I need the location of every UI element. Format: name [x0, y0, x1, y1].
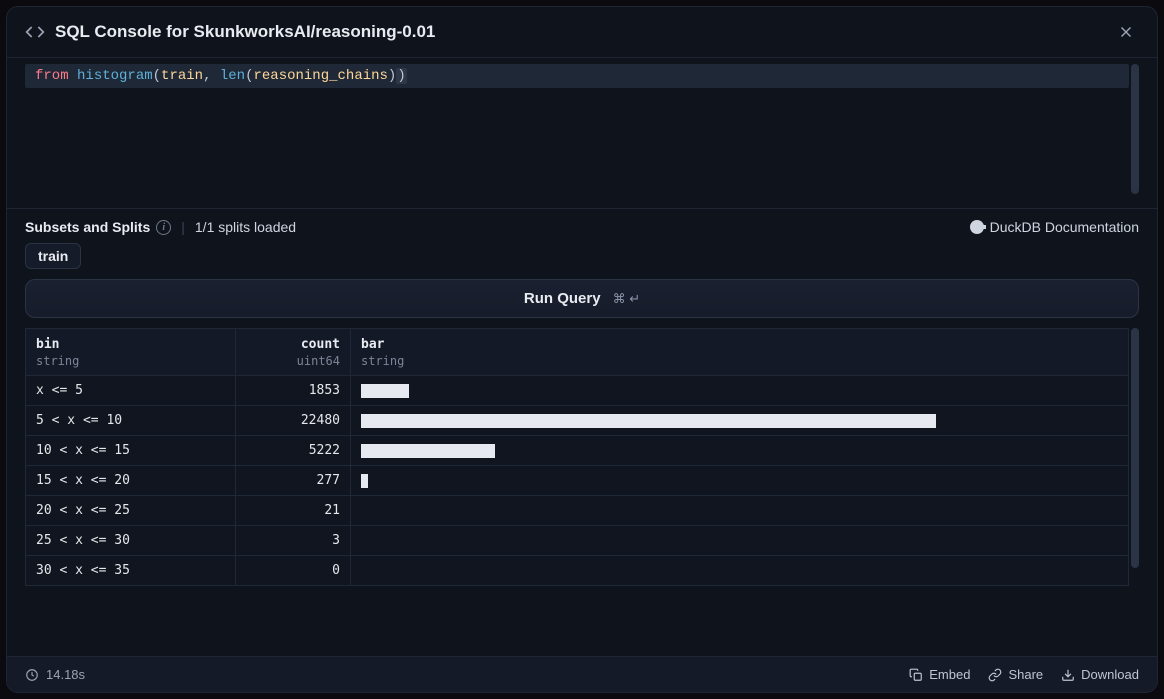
separator: |: [181, 219, 185, 235]
col-header-count[interactable]: count uint64: [236, 329, 351, 376]
table-row: 15 < x <= 20277: [26, 466, 1129, 496]
table-row: 10 < x <= 155222: [26, 436, 1129, 466]
duckdb-docs-link[interactable]: DuckDB Documentation: [970, 219, 1139, 235]
cell-bar: [351, 466, 1129, 496]
copy-icon: [909, 668, 923, 682]
run-query-button[interactable]: Run Query ⌘ ↵: [25, 279, 1139, 318]
share-button[interactable]: Share: [988, 667, 1043, 682]
table-row: x <= 51853: [26, 376, 1129, 406]
cell-bar: [351, 406, 1129, 436]
table-row: 30 < x <= 350: [26, 556, 1129, 586]
code-icon: [25, 22, 45, 42]
col-header-bar[interactable]: bar string: [351, 329, 1129, 376]
duckdb-icon: [970, 220, 984, 234]
cell-bin: 5 < x <= 10: [26, 406, 236, 436]
table-row: 25 < x <= 303: [26, 526, 1129, 556]
table-header-row: bin string count uint64 bar string: [26, 329, 1129, 376]
cell-bar: [351, 376, 1129, 406]
table-row: 5 < x <= 1022480: [26, 406, 1129, 436]
query-timing: 14.18s: [25, 667, 85, 682]
cell-bin: 30 < x <= 35: [26, 556, 236, 586]
cell-bin: 25 < x <= 30: [26, 526, 236, 556]
col-header-bin[interactable]: bin string: [26, 329, 236, 376]
cell-count: 277: [236, 466, 351, 496]
sql-console-modal: SQL Console for SkunkworksAI/reasoning-0…: [6, 6, 1158, 693]
cell-count: 5222: [236, 436, 351, 466]
cell-bin: 20 < x <= 25: [26, 496, 236, 526]
cell-bar: [351, 436, 1129, 466]
splits-loaded-text: 1/1 splits loaded: [195, 219, 296, 235]
embed-button[interactable]: Embed: [909, 667, 970, 682]
cell-bin: 15 < x <= 20: [26, 466, 236, 496]
split-chips: train: [7, 243, 1157, 279]
cell-count: 0: [236, 556, 351, 586]
results-table: bin string count uint64 bar string x <= …: [25, 328, 1129, 586]
download-icon: [1061, 668, 1075, 682]
cell-bar: [351, 496, 1129, 526]
clock-icon: [25, 668, 39, 682]
link-icon: [988, 668, 1002, 682]
subsets-row: Subsets and Splits i | 1/1 splits loaded…: [7, 209, 1157, 243]
cell-bin: 10 < x <= 15: [26, 436, 236, 466]
cell-count: 21: [236, 496, 351, 526]
table-row: 20 < x <= 2521: [26, 496, 1129, 526]
bar-fill: [361, 444, 495, 458]
modal-title: SQL Console for SkunkworksAI/reasoning-0…: [55, 22, 1103, 42]
subsets-label: Subsets and Splits i: [25, 219, 171, 235]
download-button[interactable]: Download: [1061, 667, 1139, 682]
cell-bar: [351, 526, 1129, 556]
cell-bar: [351, 556, 1129, 586]
code-line: from histogram(train, len(reasoning_chai…: [25, 64, 1129, 88]
results-table-wrapper: bin string count uint64 bar string x <= …: [7, 328, 1157, 656]
chip-train[interactable]: train: [25, 243, 81, 269]
info-icon[interactable]: i: [156, 220, 171, 235]
bar-fill: [361, 384, 409, 398]
editor-scrollbar[interactable]: [1131, 64, 1139, 194]
table-scrollbar[interactable]: [1131, 328, 1139, 568]
cell-bin: x <= 5: [26, 376, 236, 406]
bar-fill: [361, 474, 368, 488]
cell-count: 3: [236, 526, 351, 556]
footer: 14.18s Embed Share Download: [7, 656, 1157, 692]
cell-count: 1853: [236, 376, 351, 406]
modal-header: SQL Console for SkunkworksAI/reasoning-0…: [7, 7, 1157, 58]
cell-count: 22480: [236, 406, 351, 436]
sql-editor[interactable]: from histogram(train, len(reasoning_chai…: [7, 58, 1157, 208]
shortcut-hint: ⌘ ↵: [613, 291, 641, 307]
close-button[interactable]: [1113, 19, 1139, 45]
bar-fill: [361, 414, 936, 428]
